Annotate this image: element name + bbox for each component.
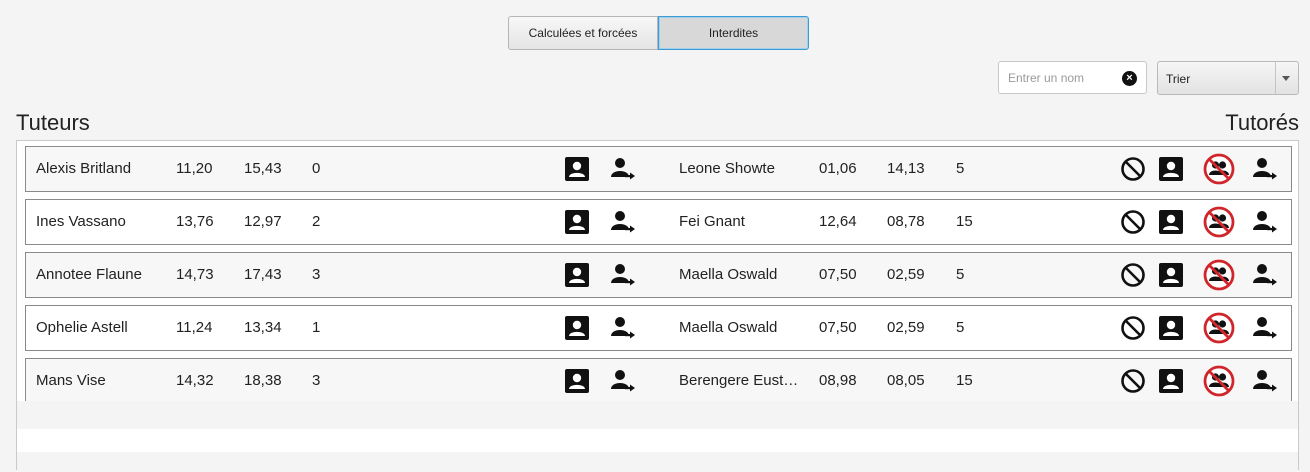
- tutors-heading: Tuteurs: [16, 110, 90, 135]
- tutor-move-person-icon[interactable]: [610, 368, 636, 394]
- tutor-score-b: 12,97: [244, 213, 282, 230]
- tutor-move-person-icon[interactable]: [610, 156, 636, 182]
- search-input[interactable]: [1006, 70, 1120, 86]
- table-row[interactable]: Mans Vise 14,32 18,38 3 Berengere Eust… 08,98…: [25, 358, 1292, 404]
- tutee-score-b: 08,78: [887, 213, 925, 230]
- tutee-score-a: 01,06: [819, 160, 857, 177]
- tutor-score-b: 13,34: [244, 319, 282, 336]
- tutor-name: Mans Vise: [36, 372, 106, 389]
- tutee-move-person-icon[interactable]: [1252, 156, 1278, 182]
- tutee-name: Berengere Eust…: [679, 372, 799, 389]
- no-group-icon[interactable]: [1203, 206, 1235, 238]
- search-field: ×: [998, 61, 1147, 94]
- tutor-name: Annotee Flaune: [36, 266, 142, 283]
- view-tabs: Calculées et forcées Interdites: [508, 16, 809, 50]
- tutee-score-a: 07,50: [819, 319, 857, 336]
- tutee-count: 15: [956, 213, 973, 230]
- tutees-heading: Tutorés: [1225, 110, 1299, 135]
- tutor-contact-card-icon[interactable]: [564, 368, 590, 394]
- tutee-score-a: 07,50: [819, 266, 857, 283]
- tutee-contact-card-icon[interactable]: [1158, 156, 1184, 182]
- tutor-move-person-icon[interactable]: [610, 209, 636, 235]
- tutor-name: Ophelie Astell: [36, 319, 128, 336]
- tutee-count: 15: [956, 372, 973, 389]
- table-row[interactable]: Annotee Flaune 14,73 17,43 3 Maella Oswald 07…: [25, 252, 1292, 298]
- tutee-score-a: 08,98: [819, 372, 857, 389]
- tutee-contact-card-icon[interactable]: [1158, 262, 1184, 288]
- tutor-move-person-icon[interactable]: [610, 262, 636, 288]
- sort-label: Trier: [1166, 72, 1191, 86]
- tutor-score-a: 14,32: [176, 372, 214, 389]
- tutor-score-a: 13,76: [176, 213, 214, 230]
- forbidden-icon[interactable]: [1120, 262, 1146, 288]
- tutor-score-a: 11,20: [176, 160, 213, 177]
- tutor-count: 3: [312, 266, 321, 283]
- tutee-name: Leone Showte: [679, 160, 775, 177]
- list-empty-area: [17, 452, 1298, 472]
- tutee-name: Maella Oswald: [679, 319, 778, 336]
- tutor-move-person-icon[interactable]: [610, 315, 636, 341]
- tutor-contact-card-icon[interactable]: [564, 209, 590, 235]
- tutor-score-a: 14,73: [176, 266, 214, 283]
- tutee-score-a: 12,64: [819, 213, 857, 230]
- tutee-move-person-icon[interactable]: [1252, 209, 1278, 235]
- tutor-count: 0: [312, 160, 321, 177]
- tutee-score-b: 02,59: [887, 266, 925, 283]
- table-row[interactable]: Ophelie Astell 11,24 13,34 1 Maella Oswald 07…: [25, 305, 1292, 351]
- tutee-move-person-icon[interactable]: [1252, 262, 1278, 288]
- tutor-contact-card-icon[interactable]: [564, 262, 590, 288]
- forbidden-icon[interactable]: [1120, 209, 1146, 235]
- tutee-move-person-icon[interactable]: [1252, 368, 1278, 394]
- tutee-count: 5: [956, 160, 965, 177]
- no-group-icon[interactable]: [1203, 365, 1235, 397]
- tutee-score-b: 08,05: [887, 372, 925, 389]
- sort-divider: [1275, 62, 1276, 94]
- clear-search-icon[interactable]: ×: [1122, 71, 1137, 86]
- forbidden-icon[interactable]: [1120, 315, 1146, 341]
- tutor-score-a: 11,24: [176, 319, 213, 336]
- tutor-score-b: 18,38: [244, 372, 282, 389]
- tutor-count: 3: [312, 372, 321, 389]
- tutor-name: Alexis Britland: [36, 160, 132, 177]
- tutee-contact-card-icon[interactable]: [1158, 209, 1184, 235]
- list-empty-area: [17, 401, 1298, 429]
- tab-forbidden[interactable]: Interdites: [658, 16, 809, 50]
- tutee-move-person-icon[interactable]: [1252, 315, 1278, 341]
- tutor-score-b: 17,43: [244, 266, 282, 283]
- tutor-contact-card-icon[interactable]: [564, 156, 590, 182]
- tutee-count: 5: [956, 266, 965, 283]
- tutor-count: 1: [312, 319, 321, 336]
- tutee-count: 5: [956, 319, 965, 336]
- tutee-score-b: 14,13: [887, 160, 925, 177]
- forbidden-icon[interactable]: [1120, 156, 1146, 182]
- table-row[interactable]: Alexis Britland 11,20 15,43 0 Leone Showte 01…: [25, 146, 1292, 192]
- tab-calculated-forced[interactable]: Calculées et forcées: [508, 16, 658, 50]
- no-group-icon[interactable]: [1203, 153, 1235, 185]
- tutee-score-b: 02,59: [887, 319, 925, 336]
- tutee-name: Maella Oswald: [679, 266, 778, 283]
- forbidden-icon[interactable]: [1120, 368, 1146, 394]
- assignment-list[interactable]: Alexis Britland 11,20 15,43 0 Leone Showte 01…: [16, 140, 1299, 472]
- no-group-icon[interactable]: [1203, 259, 1235, 291]
- tutor-contact-card-icon[interactable]: [564, 315, 590, 341]
- tutee-name: Fei Gnant: [679, 213, 745, 230]
- no-group-icon[interactable]: [1203, 312, 1235, 344]
- tutee-contact-card-icon[interactable]: [1158, 315, 1184, 341]
- chevron-down-icon: [1282, 76, 1290, 81]
- tutor-score-b: 15,43: [244, 160, 282, 177]
- tutor-count: 2: [312, 213, 321, 230]
- table-row[interactable]: Ines Vassano 13,76 12,97 2 Fei Gnant 12,64 08,…: [25, 199, 1292, 245]
- tutor-name: Ines Vassano: [36, 213, 126, 230]
- sort-dropdown[interactable]: Trier: [1157, 61, 1299, 95]
- tutee-contact-card-icon[interactable]: [1158, 368, 1184, 394]
